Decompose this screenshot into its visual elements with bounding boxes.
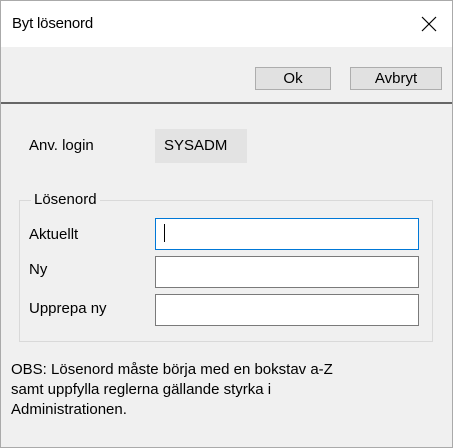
note-line: samt uppfylla reglerna gällande styrka i: [11, 381, 272, 398]
password-group-legend: Lösenord: [31, 191, 100, 209]
ok-button[interactable]: Ok: [255, 67, 331, 90]
repeat-password-label: Upprepa ny: [29, 300, 107, 317]
title-bar: Byt lösenord: [1, 1, 452, 47]
change-password-dialog: Byt lösenord Ok Avbryt Anv. login SYSADM…: [0, 0, 453, 448]
note-line: OBS: Lösenord måste börja med en bokstav…: [11, 361, 333, 378]
window-title: Byt lösenord: [12, 15, 93, 32]
repeat-password-input[interactable]: [155, 294, 419, 326]
current-password-label: Aktuellt: [29, 226, 79, 243]
current-password-input[interactable]: [155, 218, 419, 250]
cancel-button[interactable]: Avbryt: [350, 67, 442, 90]
text-caret: [164, 224, 165, 242]
toolbar-divider: [1, 102, 452, 104]
new-password-label: Ny: [29, 261, 48, 278]
password-rules-note: OBS: Lösenord måste börja med en bokstav…: [11, 360, 441, 420]
close-button[interactable]: [406, 1, 452, 47]
login-label: Anv. login: [29, 137, 94, 154]
note-line: Administrationen.: [11, 401, 127, 418]
login-value: SYSADM: [155, 129, 247, 163]
new-password-input[interactable]: [155, 256, 419, 288]
close-icon: [421, 16, 437, 32]
toolbar: Ok Avbryt: [1, 47, 452, 103]
